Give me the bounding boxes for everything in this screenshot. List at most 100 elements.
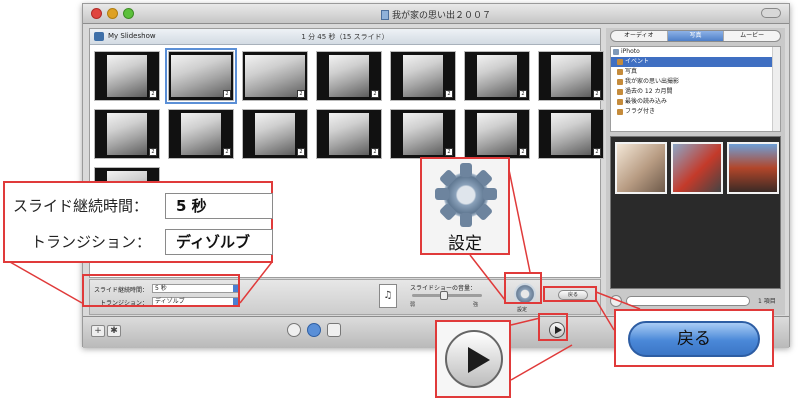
play-callout — [435, 320, 511, 398]
photo-thumbnail[interactable]: 2 — [242, 109, 308, 159]
thumbnail-badge: 2 — [223, 148, 231, 156]
callout-duration-field: 5 秒 — [165, 193, 273, 219]
faces-view-icon[interactable] — [287, 323, 301, 337]
thumbnail-badge: 2 — [371, 90, 379, 98]
thumbnail-badge: 2 — [371, 148, 379, 156]
source-item-album[interactable]: 我が家の思い出撮影 — [611, 77, 780, 87]
events-icon — [617, 59, 623, 65]
source-item-label: 我が家の思い出撮影 — [625, 78, 680, 85]
settings-button-label: 設定 — [517, 307, 528, 313]
photos-icon — [617, 69, 623, 75]
photo-source-list: iPhoto イベント 写真 我が家の思い出撮影 過去の 12 カ月間 最後の読… — [610, 46, 781, 132]
tab-movies[interactable]: ムービー — [724, 31, 780, 41]
tab-photos[interactable]: 写真 — [667, 31, 725, 41]
tab-audio[interactable]: オーディオ — [611, 31, 668, 41]
photo-thumbnail[interactable]: 2 — [94, 109, 160, 159]
callout-transition-label: トランジション： — [31, 233, 152, 251]
gear-highlight-box — [504, 272, 542, 304]
photo-thumbnail[interactable]: 2 — [464, 51, 530, 101]
thumbnail-badge: 2 — [297, 90, 305, 98]
photo-thumbnail[interactable]: 2 — [316, 51, 382, 101]
source-item-label: 過去の 12 カ月間 — [625, 88, 673, 95]
title-bar: 我が家の思い出２００７ — [83, 4, 789, 24]
thumbnail-badge: 2 — [297, 148, 305, 156]
photo-thumbnail[interactable]: 2 — [464, 109, 530, 159]
settings-highlight-box — [82, 274, 240, 307]
add-icon[interactable]: + — [91, 325, 105, 337]
photo-thumbnail[interactable]: 2 — [242, 51, 308, 101]
photo-thumbnail[interactable]: 2 — [316, 109, 382, 159]
photo-thumbnail[interactable]: 2 — [94, 51, 160, 101]
source-item-label: iPhoto — [621, 48, 640, 55]
thumbnail-badge: 2 — [593, 90, 601, 98]
search-input[interactable] — [626, 296, 750, 306]
source-item-label: 最後の読み込み — [625, 98, 668, 105]
back-highlight-box — [543, 286, 597, 302]
browser-photo-thumbnail[interactable] — [671, 142, 723, 194]
photo-browser-grid — [610, 136, 781, 289]
thumbnail-badge: 2 — [445, 90, 453, 98]
photo-thumbnail[interactable]: 2 — [165, 48, 237, 104]
photo-thumbnail[interactable]: 2 — [390, 109, 456, 159]
toolbar-toggle-button[interactable] — [761, 8, 781, 18]
thumbnail-badge: 2 — [149, 90, 157, 98]
preview-play-button[interactable] — [610, 295, 622, 307]
source-item-iphoto[interactable]: iPhoto — [611, 47, 780, 57]
slideshow-header: My Slideshow 1 分 45 秒（15 スライド） — [90, 29, 600, 45]
thumbnail-badge: 2 — [149, 148, 157, 156]
volume-slider-knob[interactable] — [439, 291, 448, 300]
source-item-last-import[interactable]: 最後の読み込み — [611, 97, 780, 107]
source-item-label: 写真 — [625, 68, 638, 75]
calendar-icon — [617, 89, 623, 95]
volume-max-label: 強 — [473, 302, 479, 308]
source-item-flagged[interactable]: フラグ付き — [611, 107, 780, 117]
action-gear-icon[interactable]: ✱ — [107, 325, 121, 337]
play-highlight-box — [538, 313, 568, 341]
photo-thumbnail[interactable]: 2 — [168, 109, 234, 159]
media-tabs: オーディオ 写真 ムービー — [610, 30, 781, 42]
back-callout: 戻る — [614, 309, 774, 367]
music-note-icon[interactable]: ♫ — [379, 284, 397, 308]
source-item-photos[interactable]: 写真 — [611, 67, 780, 77]
import-icon — [617, 99, 623, 105]
browser-photo-thumbnail[interactable] — [727, 142, 779, 194]
item-count: 1 項目 — [758, 298, 776, 305]
volume-slider[interactable] — [412, 291, 482, 300]
media-browser: オーディオ 写真 ムービー iPhoto イベント 写真 我が家の思い出撮影 過… — [606, 28, 785, 315]
slideshow-duration: 1 分 45 秒（15 スライド） — [301, 33, 389, 41]
iphoto-icon — [613, 49, 619, 55]
callout-transition-field: ディゾルブ — [165, 229, 273, 255]
callout-duration-label: スライド継続時間： — [13, 197, 149, 215]
photo-thumbnail[interactable]: 2 — [390, 51, 456, 101]
settings-callout-large: 設定 — [420, 157, 510, 255]
window-title: 我が家の思い出２００７ — [83, 8, 789, 21]
album-icon — [617, 79, 623, 85]
window-title-text: 我が家の思い出２００７ — [391, 11, 491, 21]
settings-callout: スライド継続時間： 5 秒 トランジション： ディゾルブ — [3, 181, 273, 263]
settings-callout-label: 設定 — [448, 234, 482, 254]
source-item-label: フラグ付き — [625, 108, 656, 115]
photo-thumbnail[interactable]: 2 — [538, 109, 604, 159]
browser-footer: 1 項目 — [610, 293, 781, 309]
thumbnail-badge: 2 — [519, 148, 527, 156]
thumbnail-badge: 2 — [593, 148, 601, 156]
photo-thumbnail[interactable]: 2 — [538, 51, 604, 101]
connector-line — [9, 261, 83, 304]
photo-view-icon[interactable] — [327, 323, 341, 337]
source-item-label: イベント — [625, 58, 650, 65]
thumbnail-badge: 2 — [519, 90, 527, 98]
source-item-last-12-months[interactable]: 過去の 12 カ月間 — [611, 87, 780, 97]
source-item-events[interactable]: イベント — [611, 57, 780, 67]
gear-icon — [435, 163, 497, 227]
thumbnail-badge: 2 — [223, 90, 231, 98]
flag-icon — [617, 109, 623, 115]
thumbnail-badge: 2 — [445, 148, 453, 156]
slideshow-view-icon[interactable] — [307, 323, 321, 337]
play-icon — [445, 330, 503, 388]
document-icon — [380, 10, 389, 20]
connector-line — [510, 344, 573, 381]
source-list-scrollbar[interactable] — [772, 47, 780, 131]
back-callout-button: 戻る — [628, 321, 760, 357]
volume-min-label: 弱 — [410, 302, 416, 308]
browser-photo-thumbnail[interactable] — [615, 142, 667, 194]
